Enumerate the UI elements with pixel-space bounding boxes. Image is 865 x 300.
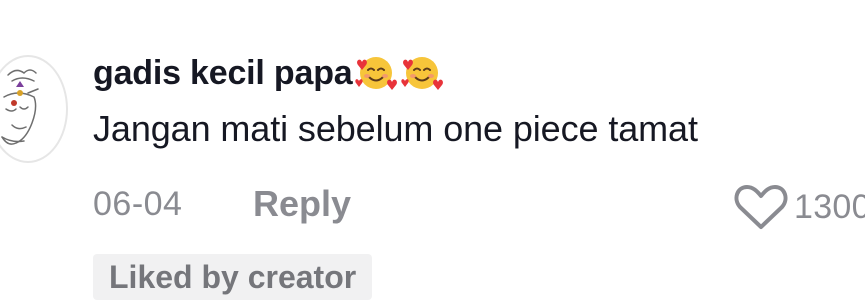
avatar-sketch-icon [1, 69, 39, 145]
username-text: gadis kecil papa [93, 53, 353, 92]
reply-button[interactable]: Reply [253, 183, 351, 225]
emoji-group [354, 53, 446, 93]
liked-by-creator-badge: Liked by creator [93, 254, 373, 300]
like-count: 1300 [794, 187, 865, 226]
smiling-face-with-hearts-emoji-icon [355, 57, 398, 90]
comment-item: gadis kecil papa Jangan mati sebelum one… [0, 0, 865, 300]
comment-text: Jangan mati sebelum one piece tamat [93, 108, 698, 149]
user-avatar[interactable] [0, 55, 68, 163]
comment-username[interactable]: gadis kecil papa [93, 48, 446, 98]
smiling-face-with-hearts-emoji-icon [401, 57, 444, 90]
heart-icon [734, 185, 788, 229]
like-button[interactable]: 1300 [734, 184, 865, 230]
comment-date: 06-04 [93, 185, 183, 223]
